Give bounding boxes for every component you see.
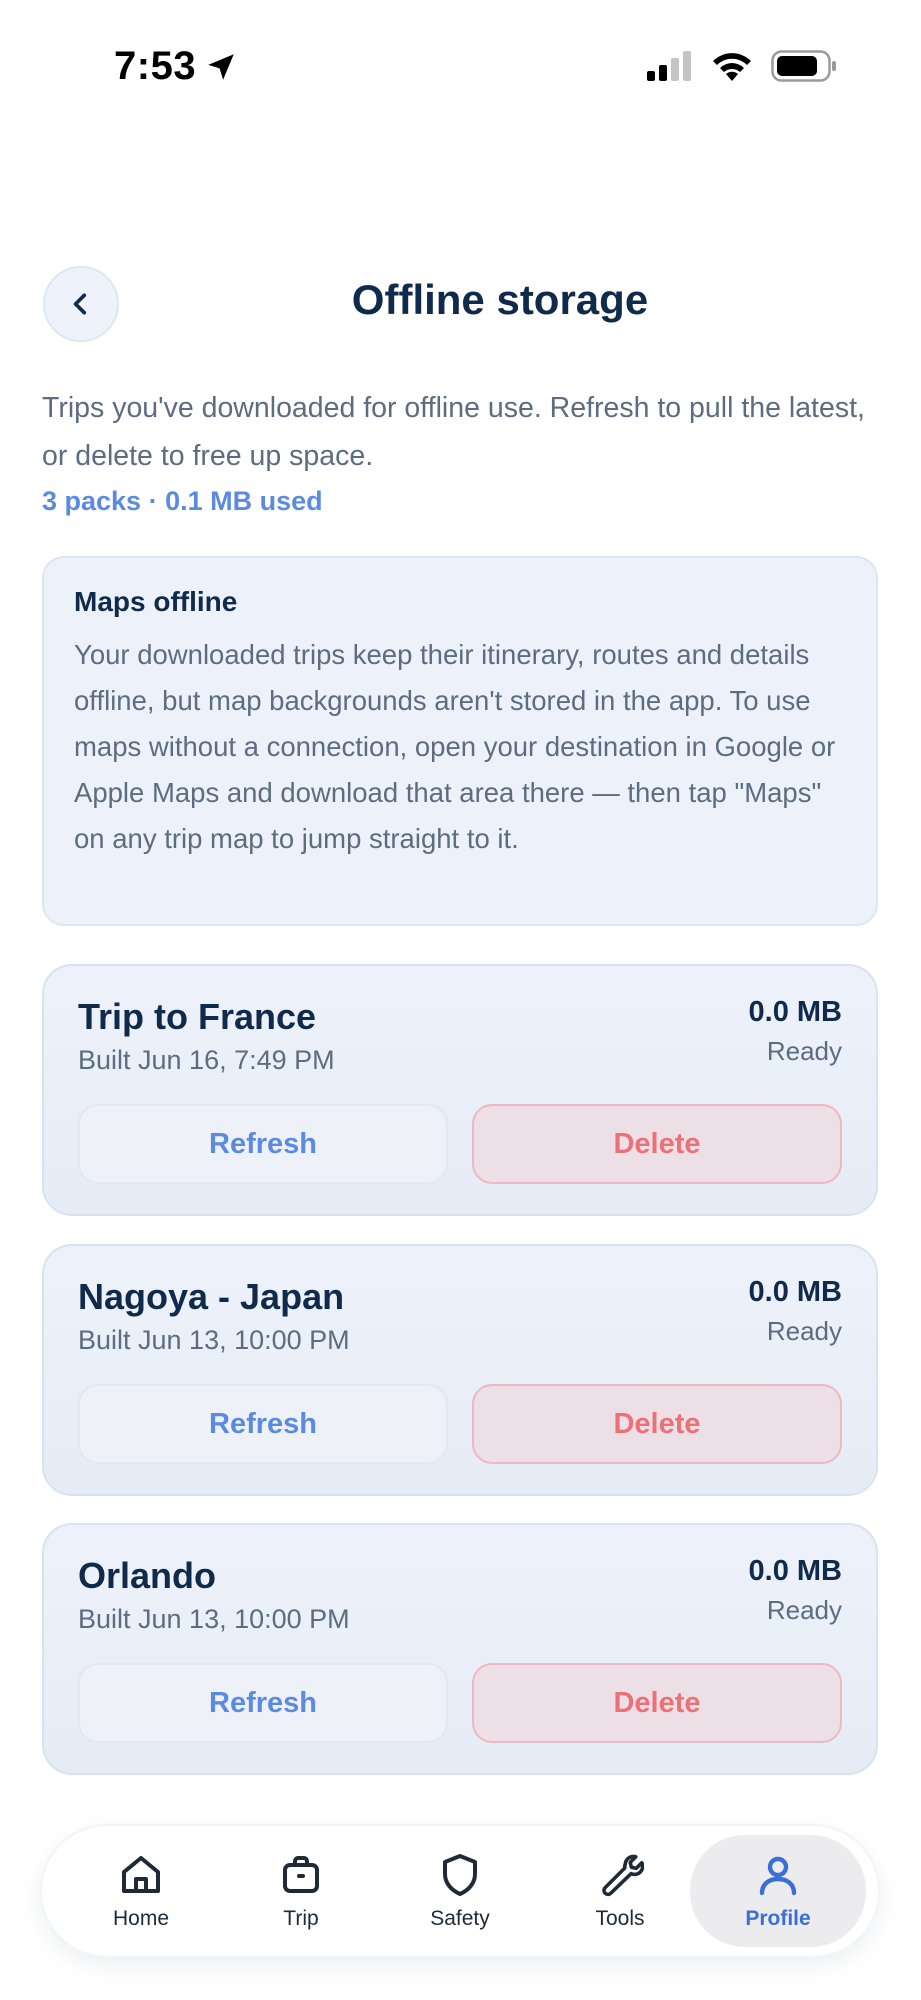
- trip-status: Ready: [766, 1316, 842, 1346]
- cellular-signal-icon: [647, 51, 691, 81]
- maps-offline-text: Your downloaded trips keep their itinera…: [74, 639, 836, 854]
- nav-label-safety: Safety: [430, 1907, 490, 1930]
- delete-button[interactable]: Delete: [472, 1663, 842, 1743]
- intro-description: Trips you've downloaded for offline use.…: [42, 392, 865, 472]
- nav-label-trip: Trip: [283, 1907, 319, 1930]
- battery-icon: [771, 50, 836, 82]
- trip-card: Trip to France Built Jun 16, 7:49 PM 0.0…: [42, 964, 878, 1216]
- wifi-icon: [713, 53, 751, 81]
- briefcase-icon: [283, 1856, 319, 1893]
- nav-item-profile[interactable]: Profile: [690, 1835, 866, 1947]
- refresh-button[interactable]: Refresh: [78, 1104, 448, 1184]
- trip-name: Nagoya - Japan: [78, 1276, 345, 1317]
- trip-status: Ready: [766, 1595, 842, 1625]
- nav-item-trip[interactable]: Trip: [221, 1826, 381, 1956]
- nav-label-tools: Tools: [595, 1907, 645, 1930]
- page-title: Offline storage: [351, 276, 649, 323]
- nav-label-home: Home: [112, 1907, 170, 1930]
- storage-usage: 3 packs · 0.1 MB used: [42, 486, 323, 516]
- trip-size: 0.0 MB: [748, 1276, 842, 1308]
- trip-size: 0.0 MB: [748, 1555, 842, 1587]
- trip-status: Ready: [766, 1036, 842, 1066]
- refresh-button[interactable]: Refresh: [78, 1384, 448, 1464]
- status-time-text: 7:53: [114, 44, 197, 88]
- nav-item-tools[interactable]: Tools: [540, 1826, 700, 1956]
- wrench-icon: [602, 1854, 644, 1897]
- user-icon: [759, 1856, 797, 1896]
- status-icons: [645, 50, 837, 82]
- trip-name: Orlando: [78, 1555, 217, 1596]
- nav-label-profile: Profile: [745, 1907, 811, 1930]
- bottom-nav: Home Trip Safety Tools Profile: [42, 1826, 878, 1956]
- trip-built-date: Built Jun 16, 7:49 PM: [78, 1045, 335, 1075]
- location-arrow-icon: [208, 53, 234, 80]
- delete-button[interactable]: Delete: [472, 1104, 842, 1184]
- shield-icon: [443, 1854, 477, 1896]
- status-bar: 7:53: [0, 0, 921, 135]
- refresh-button[interactable]: Refresh: [78, 1663, 448, 1743]
- home-icon: [122, 1856, 160, 1893]
- delete-button[interactable]: Delete: [472, 1384, 842, 1464]
- maps-offline-card: Maps offline Your downloaded trips keep …: [42, 556, 878, 926]
- trip-card: Nagoya - Japan Built Jun 13, 10:00 PM 0.…: [42, 1244, 878, 1496]
- status-time: 7:53: [114, 44, 238, 89]
- trip-card: Orlando Built Jun 13, 10:00 PM 0.0 MB Re…: [42, 1523, 878, 1775]
- nav-item-safety[interactable]: Safety: [380, 1826, 540, 1956]
- trip-built-date: Built Jun 13, 10:00 PM: [78, 1325, 350, 1355]
- nav-item-home[interactable]: Home: [61, 1826, 221, 1956]
- trip-size: 0.0 MB: [748, 996, 842, 1028]
- trip-name: Trip to France: [78, 996, 317, 1037]
- trip-built-date: Built Jun 13, 10:00 PM: [78, 1604, 350, 1634]
- maps-offline-title: Maps offline: [74, 586, 238, 617]
